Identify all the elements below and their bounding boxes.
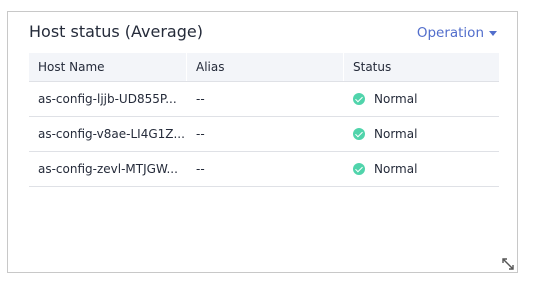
host-status-table: Host Name Alias Status as-config-ljjb-UD… [29,53,499,187]
resize-diagonal-icon[interactable] [501,257,515,271]
operation-label[interactable]: Operation [417,25,484,41]
host-name-cell[interactable]: as-config-zevl-MTJGW... [29,162,186,176]
status-text: Normal [374,162,418,176]
status-text: Normal [374,92,418,106]
status-cell: Normal [343,92,499,106]
panel-title: Host status (Average) [29,22,203,41]
column-header-alias[interactable]: Alias [186,53,343,81]
status-text: Normal [374,127,418,141]
operation-dropdown[interactable]: Operation [417,25,497,41]
check-circle-icon [353,93,365,105]
alias-cell: -- [196,127,205,141]
check-circle-icon [353,163,365,175]
table-row[interactable]: as-config-v8ae-LI4G1Z... -- Normal [29,117,499,152]
host-status-panel: Host status (Average) Operation Host Nam… [7,11,518,273]
host-name-cell[interactable]: as-config-ljjb-UD855P... [29,92,186,106]
table-header: Host Name Alias Status [29,53,499,82]
host-name-cell[interactable]: as-config-v8ae-LI4G1Z... [29,127,186,141]
caret-down-icon[interactable] [489,31,497,36]
column-header-status[interactable]: Status [343,53,499,81]
status-cell: Normal [343,162,499,176]
alias-cell: -- [196,92,205,106]
table-row[interactable]: as-config-zevl-MTJGW... -- Normal [29,152,499,187]
status-cell: Normal [343,127,499,141]
alias-cell: -- [196,162,205,176]
table-row[interactable]: as-config-ljjb-UD855P... -- Normal [29,82,499,117]
check-circle-icon [353,128,365,140]
column-header-host-name[interactable]: Host Name [29,53,186,81]
